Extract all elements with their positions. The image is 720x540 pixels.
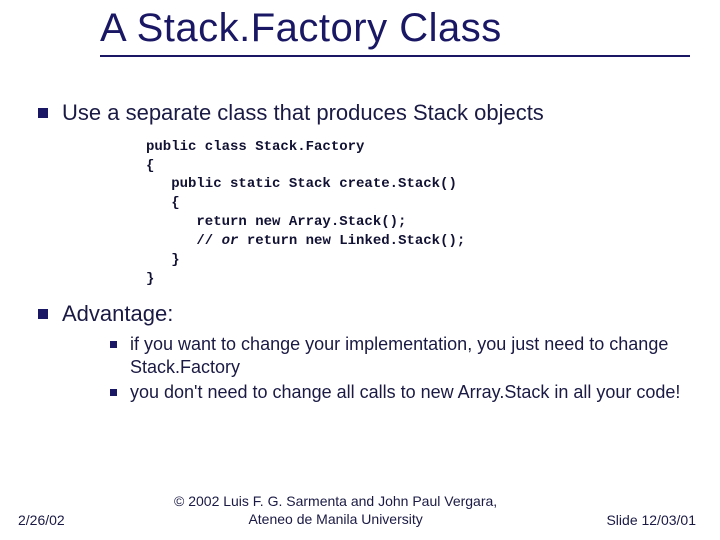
- slide-body: Use a separate class that produces Stack…: [32, 98, 688, 411]
- bullet-list: Use a separate class that produces Stack…: [32, 98, 688, 405]
- copyright-line-1: © 2002 Luis F. G. Sarmenta and John Paul…: [174, 493, 497, 509]
- code-line: }: [146, 271, 154, 287]
- code-line: }: [146, 252, 180, 268]
- code-comment-italic: or: [222, 233, 247, 249]
- sub-bullet-list: if you want to change your implementatio…: [62, 333, 688, 405]
- sub-bullet-item: you don't need to change all calls to ne…: [108, 381, 688, 404]
- footer-copyright: © 2002 Luis F. G. Sarmenta and John Paul…: [65, 493, 607, 528]
- code-block: public class Stack.Factory { public stat…: [146, 138, 688, 289]
- slide: A Stack.Factory Class Use a separate cla…: [0, 0, 720, 540]
- code-line: // or return new Linked.Stack();: [146, 233, 465, 249]
- code-line: public static Stack create.Stack(): [146, 176, 457, 192]
- bullet-text: Use a separate class that produces Stack…: [62, 100, 544, 125]
- code-line: {: [146, 195, 180, 211]
- bullet-item: Use a separate class that produces Stack…: [32, 98, 688, 289]
- code-line: return new Array.Stack();: [146, 214, 406, 230]
- footer-slide-number: Slide 12/03/01: [606, 512, 696, 528]
- sub-bullet-item: if you want to change your implementatio…: [108, 333, 688, 380]
- bullet-text: Advantage:: [62, 301, 173, 326]
- code-comment-prefix: //: [146, 233, 222, 249]
- code-line: {: [146, 158, 154, 174]
- bullet-item: Advantage: if you want to change your im…: [32, 299, 688, 405]
- copyright-line-2: Ateneo de Manila University: [248, 511, 422, 527]
- slide-footer: 2/26/02 © 2002 Luis F. G. Sarmenta and J…: [0, 493, 720, 528]
- footer-date: 2/26/02: [18, 512, 65, 528]
- code-line: public class Stack.Factory: [146, 139, 364, 155]
- code-comment-rest: return new Linked.Stack();: [247, 233, 465, 249]
- slide-title: A Stack.Factory Class: [100, 6, 690, 57]
